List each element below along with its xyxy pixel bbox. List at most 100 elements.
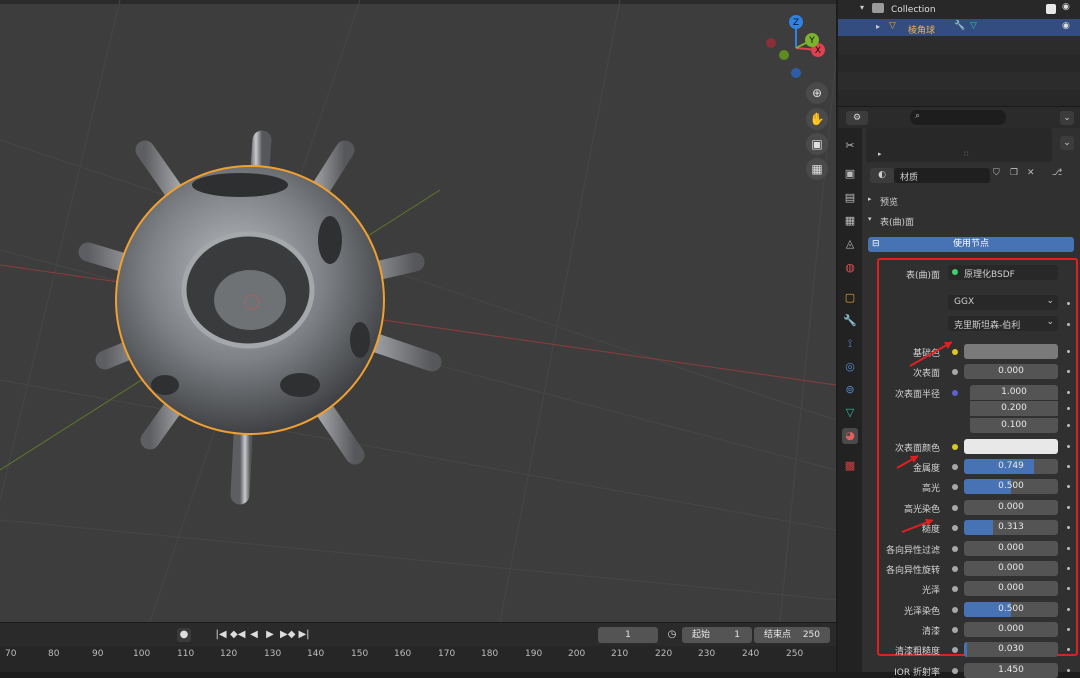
preview-panel-header[interactable]: ▸ 预览 [862,192,1080,210]
input-socket-icon[interactable] [952,369,958,375]
fake-user-shield-icon[interactable]: ⛉ [993,168,1000,178]
physics-icon[interactable]: ◎ [842,359,858,375]
expand-arrow-icon[interactable]: ▸ [878,150,882,158]
keyframe-dot[interactable] [1067,350,1070,353]
material-icon[interactable]: ◕ [842,428,858,444]
keyframe-dot[interactable] [1067,424,1070,427]
value-slider[interactable]: 0.000 [964,581,1058,596]
end-frame-field[interactable]: 结束点 250 [754,627,830,643]
wrench-modifier-icon[interactable]: 🔧 [954,21,965,31]
jump-start-icon[interactable]: |◀ [214,628,228,642]
modifier-wrench-icon[interactable]: 🔧 [842,313,858,329]
3d-viewport[interactable]: Z X Y ⊕ ✋ ▣ ▦ [0,0,836,622]
distribution-dropdown[interactable]: GGX ⌄ [948,295,1058,310]
value-slider[interactable]: 0.000 [964,541,1058,556]
jump-end-icon[interactable]: ▶| [297,628,311,642]
input-socket-icon[interactable] [952,525,958,531]
value-slider[interactable]: 1.450 [964,663,1058,678]
input-socket-icon[interactable] [952,390,958,396]
keyframe-dot[interactable] [1067,407,1070,410]
keyframe-dot[interactable] [1067,370,1070,373]
color-swatch[interactable] [964,439,1058,454]
editor-type-icon[interactable]: ⚙ [846,111,868,125]
input-socket-icon[interactable] [952,566,958,572]
particles-icon[interactable]: ⟟ [842,336,858,352]
camera-icon[interactable]: ▣ [806,133,828,155]
zoom-icon[interactable]: ⊕ [806,82,828,104]
start-frame-field[interactable]: 起始 1 [682,627,752,643]
duplicate-icon[interactable]: ❐ [1010,168,1018,178]
chevron-down-icon[interactable]: ⌄ [1060,136,1074,150]
vector-component-field[interactable]: 0.100 [970,418,1058,433]
pan-hand-icon[interactable]: ✋ [806,108,828,130]
scene-icon[interactable]: ◬ [842,236,858,252]
outliner-collection-row[interactable]: ▾ Collection ◉ [838,0,1080,19]
input-socket-icon[interactable] [952,607,958,613]
value-slider[interactable]: 0.313 [964,520,1058,535]
value-slider[interactable]: 0.000 [964,500,1058,515]
color-swatch[interactable] [964,344,1058,359]
stopwatch-icon[interactable]: ◷ [665,628,679,642]
input-socket-icon[interactable] [952,627,958,633]
object-data-icon[interactable]: ▽ [842,405,858,421]
link-dropdown-icon[interactable]: ⎇ [1052,168,1062,178]
material-slot-list[interactable]: ▸ ∷ [866,128,1052,162]
navigation-gizmo[interactable]: Z X Y [766,15,825,78]
viewport-canvas[interactable]: Z X Y [0,0,836,622]
keyframe-dot[interactable] [1067,485,1070,488]
current-frame-field[interactable]: 1 [598,627,658,643]
selected-mesh-object[interactable] [78,130,442,505]
value-slider[interactable]: 0.500 [964,602,1058,617]
constraints-icon[interactable]: ⊚ [842,382,858,398]
input-socket-icon[interactable] [952,668,958,674]
resize-handle-icon[interactable]: ∷ [964,150,968,158]
keyframe-dot[interactable] [1067,608,1070,611]
use-nodes-button[interactable]: ⊟ 使用节点 [868,237,1074,252]
keyframe-dot[interactable] [1067,648,1070,651]
texture-icon[interactable]: ▩ [842,458,858,474]
keyframe-dot[interactable] [1067,526,1070,529]
input-socket-icon[interactable] [952,586,958,592]
property-search-input[interactable]: ⌕ [910,110,1006,125]
keyframe-dot[interactable] [1067,465,1070,468]
view-layer-icon[interactable]: ▦ [842,213,858,229]
eye-icon[interactable]: ◉ [1062,2,1070,12]
value-slider[interactable]: 0.749 [964,459,1058,474]
input-socket-icon[interactable] [952,444,958,450]
surface-shader-selector[interactable]: 原理化BSDF [948,265,1058,280]
keyframe-dot[interactable] [1067,547,1070,550]
output-icon[interactable]: ▤ [842,190,858,206]
input-socket-icon[interactable] [952,505,958,511]
value-slider[interactable]: 0.500 [964,479,1058,494]
value-slider[interactable]: 0.000 [964,561,1058,576]
material-name-field[interactable]: 材质 [894,168,990,183]
mesh-data-icon[interactable]: ▽ [970,21,977,31]
value-slider[interactable]: 0.000 [964,364,1058,379]
grid-view-icon[interactable]: ▦ [806,158,828,180]
keyframe-dot[interactable] [1067,587,1070,590]
keyframe-dot[interactable] [1067,628,1070,631]
keyframe-dot[interactable] [1067,391,1070,394]
keyframe-dot[interactable] [1067,445,1070,448]
surface-panel-header[interactable]: ▾ 表(曲)面 [862,212,1080,230]
input-socket-icon[interactable] [952,546,958,552]
expand-arrow-icon[interactable]: ▾ [860,3,864,12]
world-icon[interactable]: ◍ [842,260,858,276]
play-reverse-icon[interactable]: ◀ [247,628,261,642]
keyframe-dot[interactable] [1067,567,1070,570]
value-slider[interactable]: 0.030 [964,642,1058,657]
timeline-ruler[interactable]: 70 80 90 100 110 120 130 140 150 160 170 180 190 200 2… [0,646,836,672]
vector-component-field[interactable]: 1.000 [970,385,1058,400]
play-icon[interactable]: ▶ [263,628,277,642]
input-socket-icon[interactable] [952,464,958,470]
input-socket-icon[interactable] [952,484,958,490]
record-icon[interactable]: ● [177,628,191,642]
vector-component-field[interactable]: 0.200 [970,401,1058,416]
next-keyframe-icon[interactable]: ▶◆ [280,628,295,642]
value-slider[interactable]: 0.000 [964,622,1058,637]
expand-arrow-icon[interactable]: ▸ [876,22,880,31]
keyframe-dot[interactable] [1067,302,1070,305]
outliner-object-row[interactable]: ▸ ▽ 棱角球 🔧 ▽ ◉ [838,19,1080,36]
unlink-close-icon[interactable]: ✕ [1027,168,1035,178]
chevron-down-icon[interactable]: ⌄ [1060,111,1074,125]
